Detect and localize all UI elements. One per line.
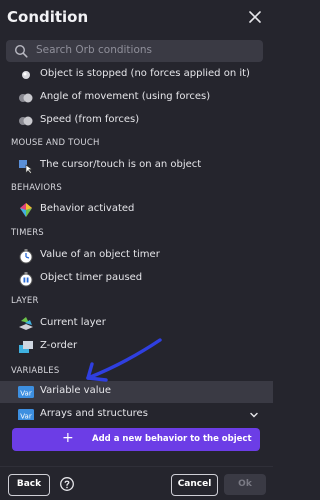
z-order-icon (17, 338, 35, 356)
list-item[interactable]: The cursor/touch is on an object (0, 155, 273, 177)
list-item-label: Angle of movement (using forces) (40, 91, 211, 102)
back-button[interactable]: Back (8, 474, 50, 496)
layer-icon (17, 315, 35, 333)
search-placeholder: Search Orb conditions (36, 44, 153, 56)
timer-paused-icon (17, 270, 35, 288)
back-button-label: Back (16, 479, 42, 489)
annotation-arrow (82, 338, 162, 389)
list-item[interactable]: Var Arrays and structures (0, 404, 273, 420)
cancel-button[interactable]: Cancel (171, 474, 218, 496)
timer-icon (17, 247, 35, 265)
add-behavior-label: Add a new behavior to the object (92, 434, 252, 444)
list-item-label: Object timer paused (40, 272, 143, 283)
list-item-label: The cursor/touch is on an object (40, 159, 202, 170)
group-header-variables: VARIABLES (11, 366, 60, 376)
group-header-layer: LAYER (11, 296, 39, 306)
search-icon (14, 44, 28, 61)
plus-icon: + (62, 430, 74, 446)
dialog-title: Condition (7, 8, 89, 26)
footer-divider (0, 466, 273, 467)
list-item[interactable]: Value of an object timer (0, 245, 273, 267)
list-item-label: Behavior activated (40, 203, 135, 214)
group-header-behaviors: BEHAVIORS (11, 183, 62, 193)
list-item[interactable]: Behavior activated (0, 199, 273, 221)
var-icon-text: Var (20, 390, 32, 398)
list-item[interactable]: Angle of movement (using forces) (0, 87, 273, 109)
behavior-icon (17, 201, 35, 219)
dialog-header: Condition (0, 0, 273, 38)
cancel-button-label: Cancel (177, 479, 212, 489)
list-item-label: Speed (from forces) (40, 114, 140, 125)
add-behavior-button[interactable]: + Add a new behavior to the object (12, 428, 260, 451)
list-item[interactable]: Object is stopped (no forces applied on … (0, 64, 273, 86)
var-icon: Var (17, 406, 35, 420)
list-item-label: Value of an object timer (40, 249, 160, 260)
group-header-mouse-and-touch: MOUSE AND TOUCH (11, 138, 100, 148)
list-item-label: Current layer (40, 317, 106, 328)
ok-button[interactable]: Ok (224, 474, 266, 495)
var-icon-text: Var (20, 413, 32, 421)
chevron-down-icon[interactable] (249, 410, 259, 420)
ok-button-label: Ok (238, 479, 252, 489)
list-item-label: Z-order (40, 340, 78, 351)
list-item-label: Object is stopped (no forces applied on … (40, 68, 250, 79)
var-icon: Var (17, 383, 35, 401)
list-item[interactable]: Speed (from forces) (0, 110, 273, 132)
cursor-icon (17, 157, 35, 175)
close-icon[interactable] (245, 7, 265, 27)
forces-icon (17, 112, 35, 130)
group-header-timers: TIMERS (11, 228, 44, 238)
list-item-label: Arrays and structures (40, 408, 148, 419)
forces-icon (17, 89, 35, 107)
search-input[interactable]: Search Orb conditions (6, 40, 263, 62)
stopped-icon (17, 66, 35, 84)
list-item[interactable]: Object timer paused (0, 268, 273, 290)
help-icon[interactable] (59, 476, 75, 492)
list-item[interactable]: Current layer (0, 313, 273, 335)
